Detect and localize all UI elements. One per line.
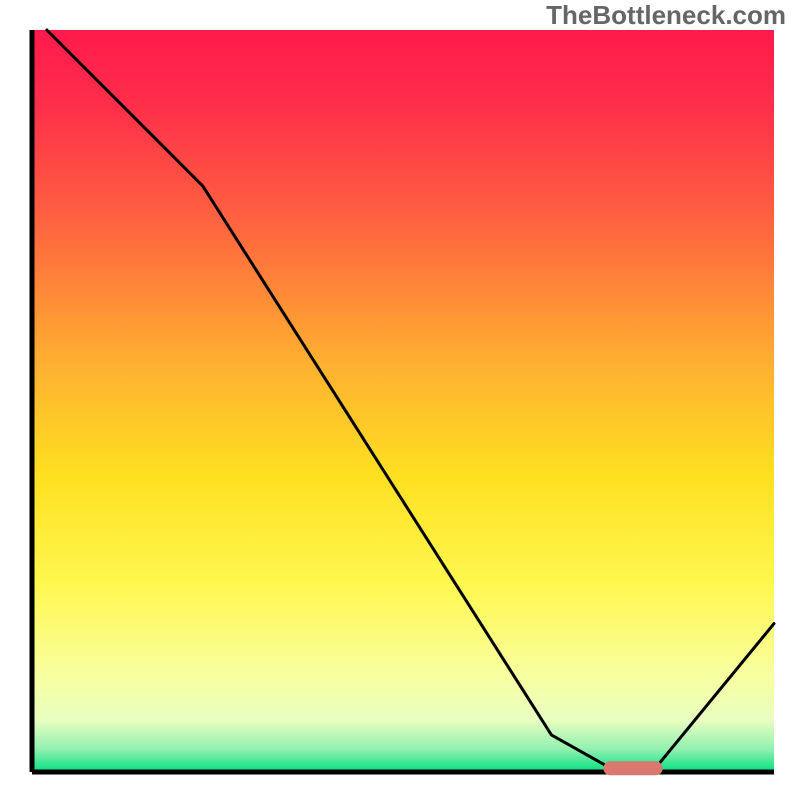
optimal-zone-marker	[603, 761, 662, 775]
watermark-text: TheBottleneck.com	[546, 0, 786, 31]
chart-container: TheBottleneck.com	[0, 0, 800, 800]
plot-background	[32, 30, 774, 772]
bottleneck-chart	[0, 0, 800, 800]
